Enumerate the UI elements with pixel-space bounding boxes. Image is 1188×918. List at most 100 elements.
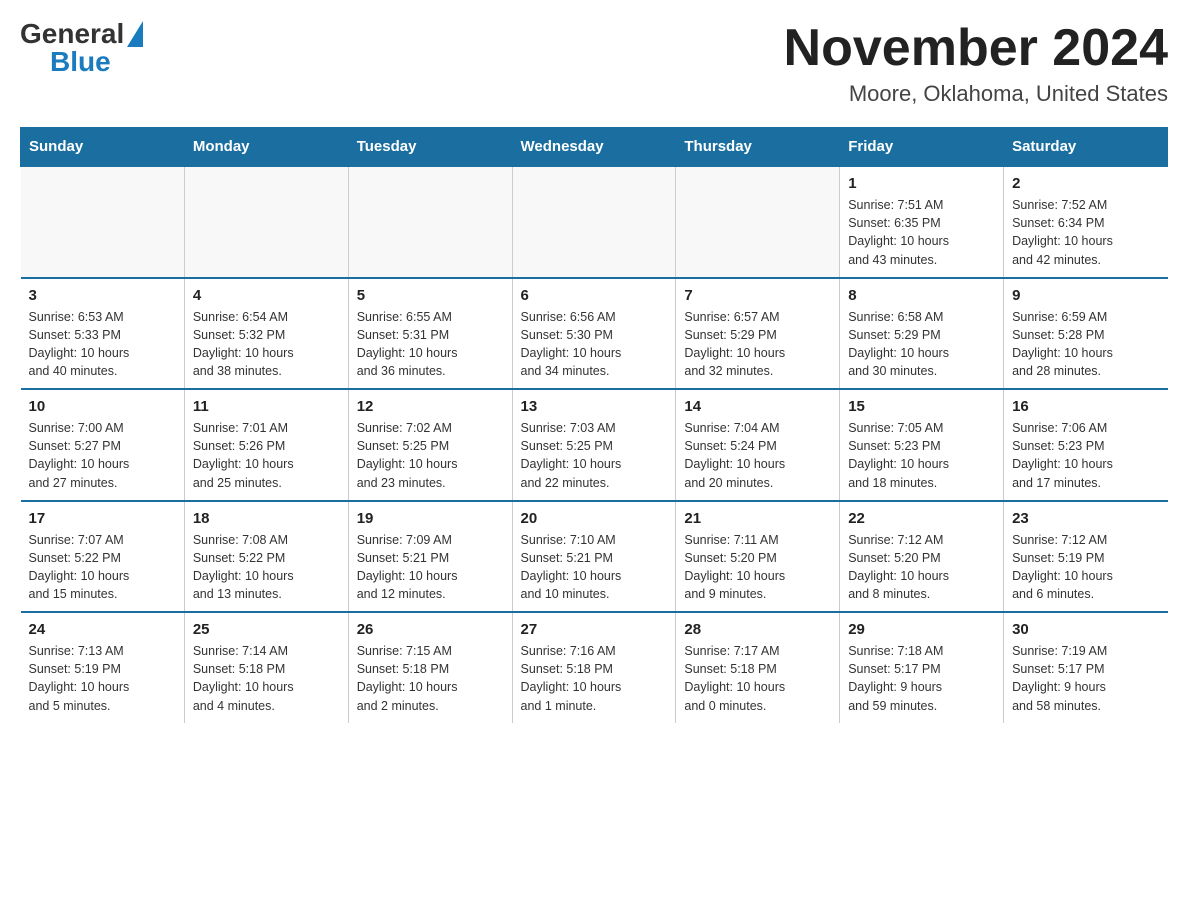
day-info: Sunrise: 7:12 AM Sunset: 5:20 PM Dayligh… [848,531,995,604]
day-info: Sunrise: 7:04 AM Sunset: 5:24 PM Dayligh… [684,419,831,492]
day-number: 6 [521,287,668,304]
day-number: 22 [848,510,995,527]
calendar-week-4: 17 Sunrise: 7:07 AM Sunset: 5:22 PM Dayli… [21,501,1168,613]
day-number: 15 [848,398,995,415]
calendar-cell: 24 Sunrise: 7:13 AM Sunset: 5:19 PM Dayli… [21,612,185,723]
day-number: 2 [1012,175,1159,192]
page-subtitle: Moore, Oklahoma, United States [784,81,1168,107]
calendar-cell: 28Sunrise: 7:17 AM Sunset: 5:18 PM Dayli… [676,612,840,723]
day-number: 23 [1012,510,1159,527]
calendar-header: SundayMondayTuesdayWednesdayThursdayFrid… [21,128,1168,167]
day-info: Sunrise: 6:54 AM Sunset: 5:32 PM Dayligh… [193,308,340,381]
page-title: November 2024 [784,20,1168,77]
day-info: Sunrise: 7:12 AM Sunset: 5:19 PM Dayligh… [1012,531,1159,604]
calendar-cell: 12 Sunrise: 7:02 AM Sunset: 5:25 PM Dayli… [348,389,512,501]
calendar-cell: 14 Sunrise: 7:04 AM Sunset: 5:24 PM Dayli… [676,389,840,501]
calendar-cell: 26 Sunrise: 7:15 AM Sunset: 5:18 PM Dayli… [348,612,512,723]
calendar-cell: 21Sunrise: 7:11 AM Sunset: 5:20 PM Dayli… [676,501,840,613]
calendar-cell: 15 Sunrise: 7:05 AM Sunset: 5:23 PM Dayli… [840,389,1004,501]
calendar-cell: 25 Sunrise: 7:14 AM Sunset: 5:18 PM Dayli… [184,612,348,723]
day-number: 4 [193,287,340,304]
day-info: Sunrise: 6:58 AM Sunset: 5:29 PM Dayligh… [848,308,995,381]
day-number: 28 [684,621,831,638]
day-info: Sunrise: 7:11 AM Sunset: 5:20 PM Dayligh… [684,531,831,604]
header-cell-tuesday: Tuesday [348,128,512,167]
day-info: Sunrise: 7:10 AM Sunset: 5:21 PM Dayligh… [521,531,668,604]
calendar-table: SundayMondayTuesdayWednesdayThursdayFrid… [20,127,1168,723]
calendar-cell: 30 Sunrise: 7:19 AM Sunset: 5:17 PM Dayli… [1004,612,1168,723]
calendar-cell: 10 Sunrise: 7:00 AM Sunset: 5:27 PM Dayli… [21,389,185,501]
calendar-cell: 20 Sunrise: 7:10 AM Sunset: 5:21 PM Dayli… [512,501,676,613]
day-number: 20 [521,510,668,527]
calendar-cell: 19 Sunrise: 7:09 AM Sunset: 5:21 PM Dayli… [348,501,512,613]
day-info: Sunrise: 7:01 AM Sunset: 5:26 PM Dayligh… [193,419,340,492]
header-cell-saturday: Saturday [1004,128,1168,167]
day-info: Sunrise: 7:09 AM Sunset: 5:21 PM Dayligh… [357,531,504,604]
day-number: 18 [193,510,340,527]
day-number: 26 [357,621,504,638]
calendar-cell: 17 Sunrise: 7:07 AM Sunset: 5:22 PM Dayli… [21,501,185,613]
day-info: Sunrise: 7:06 AM Sunset: 5:23 PM Dayligh… [1012,419,1159,492]
day-info: Sunrise: 7:00 AM Sunset: 5:27 PM Dayligh… [29,419,176,492]
calendar-cell: 18 Sunrise: 7:08 AM Sunset: 5:22 PM Dayli… [184,501,348,613]
day-info: Sunrise: 6:57 AM Sunset: 5:29 PM Dayligh… [684,308,831,381]
calendar-week-3: 10 Sunrise: 7:00 AM Sunset: 5:27 PM Dayli… [21,389,1168,501]
day-number: 13 [521,398,668,415]
header-cell-monday: Monday [184,128,348,167]
day-number: 9 [1012,287,1159,304]
day-info: Sunrise: 6:55 AM Sunset: 5:31 PM Dayligh… [357,308,504,381]
header-cell-thursday: Thursday [676,128,840,167]
day-number: 14 [684,398,831,415]
calendar-cell: 3Sunrise: 6:53 AM Sunset: 5:33 PM Daylig… [21,278,185,390]
calendar-cell: 27Sunrise: 7:16 AM Sunset: 5:18 PM Dayli… [512,612,676,723]
calendar-cell: 9 Sunrise: 6:59 AM Sunset: 5:28 PM Daylig… [1004,278,1168,390]
logo-blue-text: Blue [50,46,111,77]
day-info: Sunrise: 7:13 AM Sunset: 5:19 PM Dayligh… [29,642,176,715]
calendar-cell: 13 Sunrise: 7:03 AM Sunset: 5:25 PM Dayli… [512,389,676,501]
day-number: 30 [1012,621,1159,638]
page-header: General Blue November 2024 Moore, Oklaho… [20,20,1168,107]
calendar-cell [21,166,185,278]
calendar-cell [348,166,512,278]
day-info: Sunrise: 6:56 AM Sunset: 5:30 PM Dayligh… [521,308,668,381]
day-number: 11 [193,398,340,415]
calendar-cell [676,166,840,278]
calendar-cell: 11 Sunrise: 7:01 AM Sunset: 5:26 PM Dayli… [184,389,348,501]
calendar-cell [512,166,676,278]
calendar-cell [184,166,348,278]
calendar-cell: 8Sunrise: 6:58 AM Sunset: 5:29 PM Daylig… [840,278,1004,390]
day-info: Sunrise: 7:02 AM Sunset: 5:25 PM Dayligh… [357,419,504,492]
calendar-cell: 7 Sunrise: 6:57 AM Sunset: 5:29 PM Daylig… [676,278,840,390]
calendar-cell: 4 Sunrise: 6:54 AM Sunset: 5:32 PM Daylig… [184,278,348,390]
day-number: 29 [848,621,995,638]
calendar-week-5: 24 Sunrise: 7:13 AM Sunset: 5:19 PM Dayli… [21,612,1168,723]
day-number: 1 [848,175,995,192]
day-info: Sunrise: 7:08 AM Sunset: 5:22 PM Dayligh… [193,531,340,604]
day-number: 7 [684,287,831,304]
day-number: 25 [193,621,340,638]
day-number: 19 [357,510,504,527]
day-info: Sunrise: 7:07 AM Sunset: 5:22 PM Dayligh… [29,531,176,604]
calendar-cell: 23 Sunrise: 7:12 AM Sunset: 5:19 PM Dayli… [1004,501,1168,613]
calendar-cell: 29Sunrise: 7:18 AM Sunset: 5:17 PM Dayli… [840,612,1004,723]
day-number: 24 [29,621,176,638]
header-cell-wednesday: Wednesday [512,128,676,167]
calendar-cell: 5 Sunrise: 6:55 AM Sunset: 5:31 PM Daylig… [348,278,512,390]
day-info: Sunrise: 7:05 AM Sunset: 5:23 PM Dayligh… [848,419,995,492]
day-info: Sunrise: 7:19 AM Sunset: 5:17 PM Dayligh… [1012,642,1159,715]
day-info: Sunrise: 7:14 AM Sunset: 5:18 PM Dayligh… [193,642,340,715]
header-cell-sunday: Sunday [21,128,185,167]
day-info: Sunrise: 7:51 AM Sunset: 6:35 PM Dayligh… [848,196,995,269]
calendar-week-1: 1 Sunrise: 7:51 AM Sunset: 6:35 PM Daylig… [21,166,1168,278]
logo: General Blue [20,20,143,76]
day-info: Sunrise: 6:59 AM Sunset: 5:28 PM Dayligh… [1012,308,1159,381]
day-number: 10 [29,398,176,415]
day-number: 17 [29,510,176,527]
day-number: 12 [357,398,504,415]
day-number: 5 [357,287,504,304]
day-info: Sunrise: 7:15 AM Sunset: 5:18 PM Dayligh… [357,642,504,715]
logo-triangle-icon [127,21,143,47]
day-info: Sunrise: 7:03 AM Sunset: 5:25 PM Dayligh… [521,419,668,492]
calendar-cell: 22 Sunrise: 7:12 AM Sunset: 5:20 PM Dayli… [840,501,1004,613]
day-number: 3 [29,287,176,304]
